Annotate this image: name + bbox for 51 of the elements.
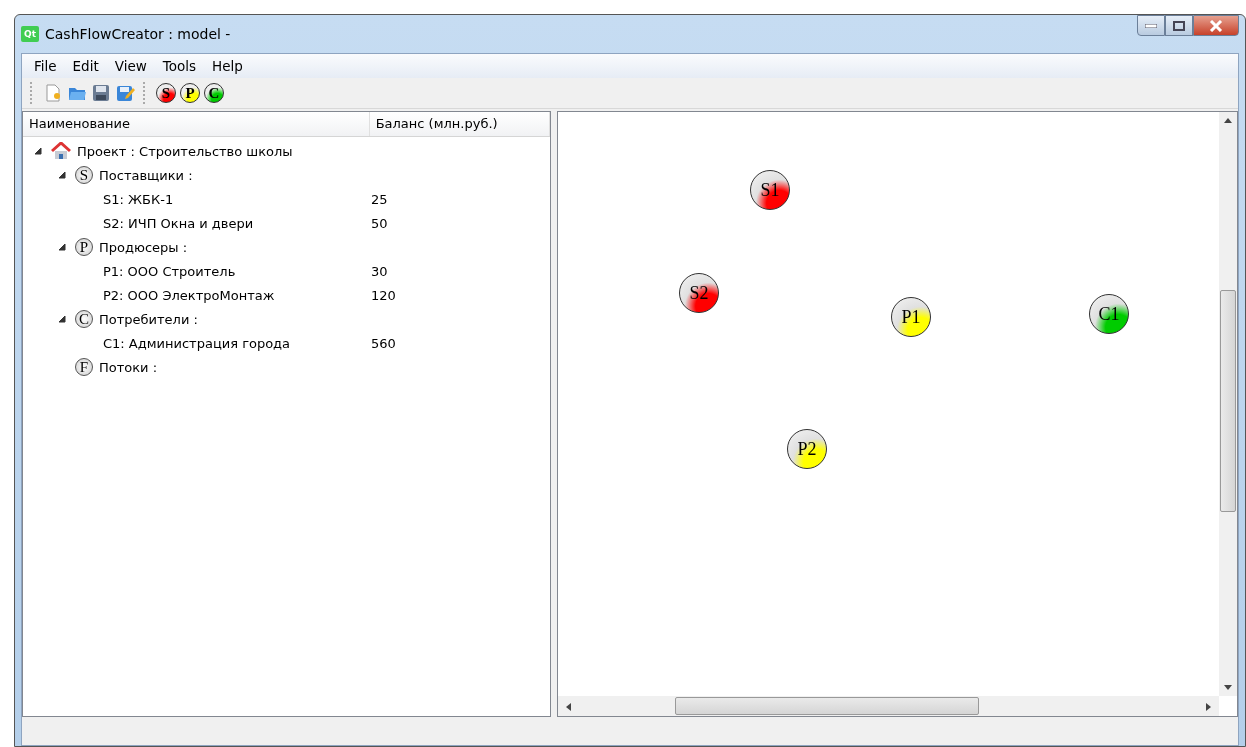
tree-item-label[interactable]: P1: ООО Строитель (103, 263, 236, 279)
maximize-button[interactable] (1165, 15, 1193, 36)
menu-item[interactable]: Tools (154, 56, 205, 76)
menu-item[interactable]: View (106, 56, 155, 76)
node-tool-button[interactable]: P (180, 83, 200, 103)
maximize-icon (1173, 20, 1185, 31)
save-as-icon[interactable] (115, 83, 135, 103)
scroll-right-arrow-icon[interactable] (1206, 703, 1211, 711)
circled-letter-icon: S (75, 166, 93, 184)
tree-item-label[interactable]: C1: Администрация города (103, 335, 291, 351)
horizontal-scrollbar[interactable] (558, 696, 1219, 716)
node-tool-button[interactable]: C (204, 83, 224, 103)
tree-item-label[interactable]: Продюсеры : (99, 239, 188, 255)
circled-letter-icon: F (75, 358, 93, 376)
circled-letter-icon: C (75, 310, 93, 328)
tree-item-label[interactable]: Поставщики : (99, 167, 193, 183)
diagram-node[interactable]: S2 (679, 273, 719, 313)
column-header[interactable]: Баланс (млн.руб.) (369, 112, 550, 136)
menu-item[interactable]: File (26, 56, 65, 76)
balance-value: 30 (371, 263, 388, 279)
tree-item-label[interactable]: Потребители : (99, 311, 198, 327)
diagram-node[interactable]: C1 (1089, 294, 1129, 334)
window-title: CashFlowCreator : model - (45, 26, 232, 42)
balance-value: 25 (371, 191, 388, 207)
circled-letter-icon: P (75, 238, 93, 256)
balance-value: 120 (371, 287, 396, 303)
minimize-button[interactable] (1137, 15, 1165, 36)
diagram-node[interactable]: P1 (891, 297, 931, 337)
scroll-up-arrow-icon[interactable] (1224, 118, 1232, 123)
menu-item[interactable]: Help (204, 56, 251, 76)
scroll-down-arrow-icon[interactable] (1224, 685, 1232, 690)
column-header[interactable]: Наименование (23, 112, 370, 136)
vertical-scrollbar[interactable] (1219, 112, 1237, 696)
close-icon (1209, 19, 1223, 32)
tree-item-label[interactable]: S2: ИЧП Окна и двери (103, 215, 254, 231)
tree-item-label[interactable]: Потоки : (99, 359, 158, 375)
menu-item[interactable]: Edit (64, 56, 107, 76)
tree-item-label[interactable]: Проект : Строительство школы (77, 143, 293, 159)
save-icon[interactable] (91, 83, 111, 103)
diagram-node[interactable]: S1 (750, 170, 790, 210)
house-icon (51, 142, 71, 160)
balance-value: 50 (371, 215, 388, 231)
minimize-icon (1145, 23, 1157, 28)
app-logo: Qt (21, 26, 39, 42)
tree-item-label[interactable]: S1: ЖБК-1 (103, 191, 174, 207)
balance-value: 560 (371, 335, 396, 351)
scroll-left-arrow-icon[interactable] (566, 703, 571, 711)
diagram-node[interactable]: P2 (787, 429, 827, 469)
close-button[interactable] (1193, 15, 1239, 36)
tree-item-label[interactable]: P2: ООО ЭлектроМонтаж (103, 287, 275, 303)
node-tool-button[interactable]: S (156, 83, 176, 103)
